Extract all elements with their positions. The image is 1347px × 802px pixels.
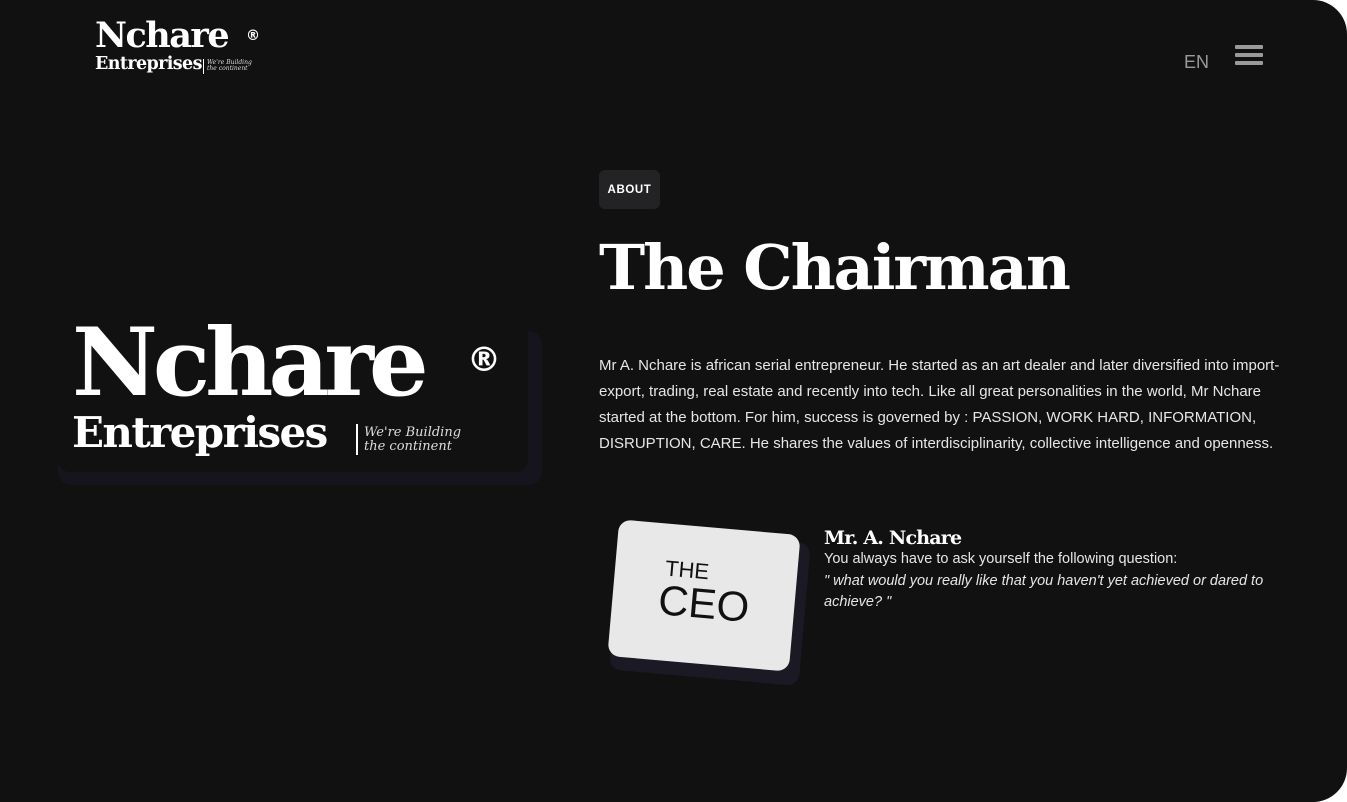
logo-registered-mark: ® xyxy=(246,28,260,44)
logo-subtitle: Entreprises xyxy=(95,54,202,74)
logo-divider xyxy=(203,59,204,74)
hero-logo-tagline: We're Building the continent xyxy=(364,426,494,454)
ceo-name: Mr. A. Nchare xyxy=(824,527,962,549)
menu-bar xyxy=(1235,61,1263,65)
ceo-card-line2: CEO xyxy=(656,576,752,631)
logo-name: Nchare xyxy=(95,15,230,56)
hero-logo-tagline-line2: the continent xyxy=(364,439,452,454)
hero-logo-name: Nchare xyxy=(72,308,429,418)
page-title: The Chairman xyxy=(599,231,1071,304)
hero-logo: Nchare ® Entreprises We're Building the … xyxy=(58,316,528,472)
logo-tagline: We're Building the continent xyxy=(207,59,252,72)
hero-logo-subtitle: Entreprises xyxy=(72,408,328,457)
menu-bar xyxy=(1235,45,1263,49)
chairman-description: Mr A. Nchare is african serial entrepren… xyxy=(599,357,1280,452)
ceo-intro: You always have to ask yourself the foll… xyxy=(824,551,1178,567)
about-badge: ABOUT xyxy=(599,170,660,209)
hero-logo-registered-mark: ® xyxy=(467,340,501,380)
language-selector[interactable]: EN xyxy=(1184,52,1209,73)
hero-logo-divider xyxy=(356,424,358,455)
header-logo[interactable]: Nchare ® Entreprises We're Building the … xyxy=(95,18,265,78)
hero-logo-tagline-line1: We're Building xyxy=(364,425,462,440)
ceo-quote: " what would you really like that you ha… xyxy=(824,573,1264,610)
page-frame: Nchare ® Entreprises We're Building the … xyxy=(0,0,1347,802)
ceo-card: THE CEO xyxy=(607,519,801,672)
menu-bar xyxy=(1235,53,1263,57)
hamburger-menu-icon[interactable] xyxy=(1235,45,1263,73)
